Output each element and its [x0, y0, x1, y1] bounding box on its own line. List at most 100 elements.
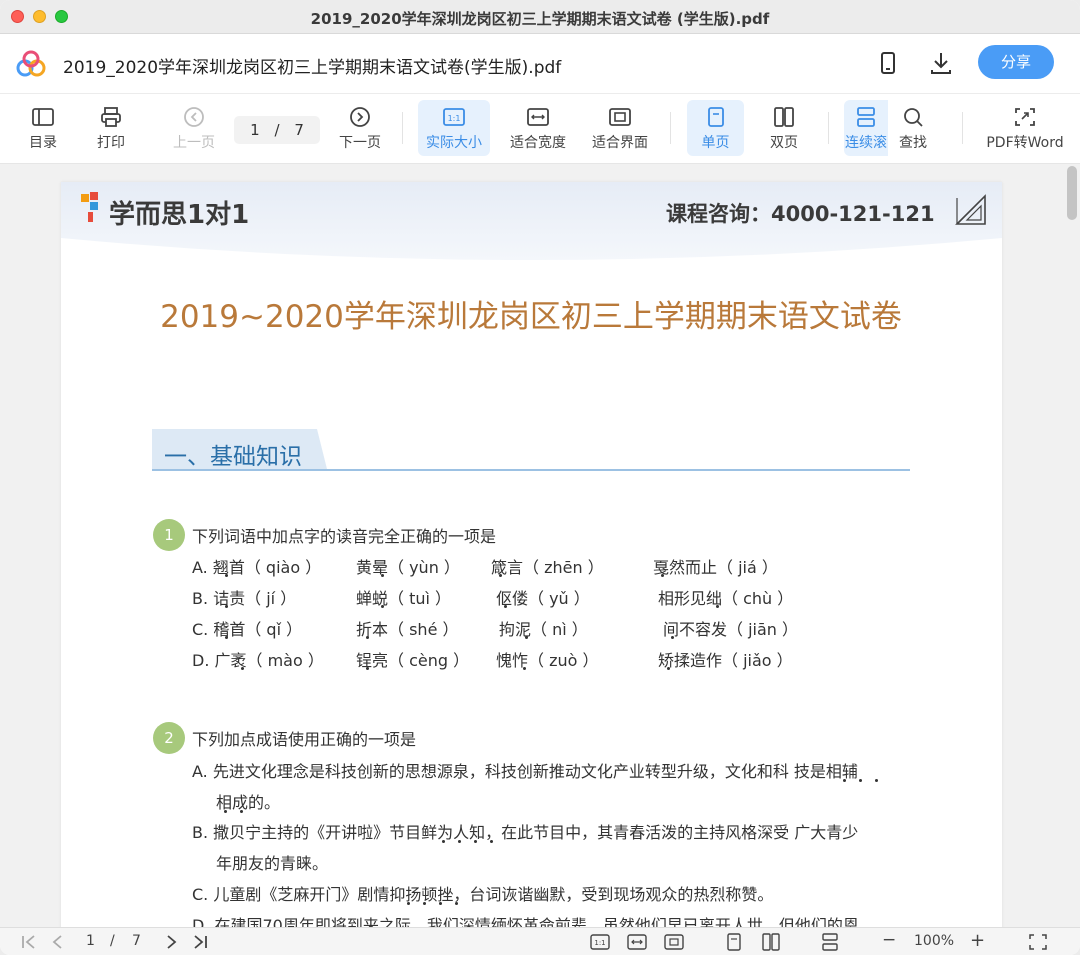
- q1-option-c-2: 折本（ shé ）: [356, 620, 459, 639]
- emphasis-dot: [225, 574, 228, 577]
- next-page-button[interactable]: 下一页: [334, 100, 386, 156]
- emphasis-dot: [442, 840, 445, 843]
- fit-width-icon: [527, 108, 549, 126]
- q1-option-d-3: 愧怍（ zuò ）: [496, 651, 599, 670]
- page-indicator[interactable]: 1 / 7: [234, 116, 320, 144]
- emphasis-dot: [667, 667, 670, 670]
- document-viewport[interactable]: 学而思1对1 课程咨询：4000-121-121 2019~2020学年深圳龙岗…: [0, 164, 1080, 927]
- fit-width-label: 适合宽度: [510, 135, 566, 151]
- question-1-text: 下列词语中加点字的读音完全正确的一项是: [192, 527, 497, 546]
- svg-text:1:1: 1:1: [448, 114, 461, 123]
- find-button[interactable]: 查找: [890, 100, 936, 156]
- q1-option-d-1: D. 广袤（ mào ）: [192, 651, 324, 670]
- status-bar: 1 / 7 1:1 − 100% +: [0, 927, 1080, 955]
- emphasis-dot: [504, 605, 507, 608]
- toolbar: 目录 打印 上一页 1 / 7 下一页 1:1 实际大小 适合宽度 适合界面 单…: [0, 94, 1080, 164]
- q1-option-a-3: 箴言（ zhēn ）: [491, 558, 604, 577]
- toc-label: 目录: [29, 135, 57, 151]
- fit-screen-button[interactable]: 适合界面: [586, 100, 654, 156]
- actual-size-small-icon[interactable]: 1:1: [590, 933, 610, 951]
- emphasis-dot: [458, 840, 461, 843]
- status-page-total: 7: [132, 933, 141, 949]
- emphasis-dot: [366, 667, 369, 670]
- fit-width-button[interactable]: 适合宽度: [504, 100, 572, 156]
- status-page-current[interactable]: 1: [86, 933, 95, 949]
- pdf-to-word-button[interactable]: PDF转Word: [982, 100, 1068, 156]
- download-icon[interactable]: [928, 50, 954, 76]
- emphasis-dot: [716, 605, 719, 608]
- emphasis-dot: [455, 902, 458, 905]
- share-button[interactable]: 分享: [978, 45, 1054, 79]
- emphasis-dot: [381, 574, 384, 577]
- double-page-button[interactable]: 双页: [758, 100, 810, 156]
- fullscreen-icon[interactable]: [1028, 933, 1048, 951]
- continuous-scroll-icon: [857, 107, 875, 127]
- document-name: 2019_2020学年深圳龙岗区初三上学期期末语文试卷(学生版).pdf: [63, 58, 562, 78]
- q2-option-b-line-1: B. 撒贝宁主持的《开讲啦》节目鲜为人知，在此节目中，其青春活泼的主持风格深受 …: [192, 823, 859, 842]
- q1-option-b-2: 蝉蜕（ tuì ）: [356, 589, 452, 608]
- actual-size-icon: 1:1: [443, 108, 465, 126]
- emphasis-dot: [843, 779, 846, 782]
- page-separator: /: [274, 121, 280, 139]
- emphasis-dot: [859, 779, 862, 782]
- toc-button[interactable]: 目录: [18, 100, 68, 156]
- actual-size-label: 实际大小: [426, 135, 482, 151]
- next-page-icon[interactable]: [161, 933, 181, 951]
- single-page-button[interactable]: 单页: [687, 100, 744, 156]
- emphasis-dot: [474, 840, 477, 843]
- emphasis-dot: [671, 636, 674, 639]
- fit-width-small-icon[interactable]: [627, 933, 647, 951]
- zoom-level[interactable]: 100%: [914, 933, 954, 949]
- sidebar-icon: [32, 108, 54, 126]
- mobile-icon[interactable]: [875, 50, 901, 76]
- q2-option-d-line-1: D. 在建国70周年即将到来之际，我们深情缅怀革命前辈，虽然他们早已离开人世，但…: [192, 916, 859, 927]
- vertical-scrollbar[interactable]: [1067, 166, 1077, 220]
- question-number-badge: 2: [153, 722, 185, 754]
- continuous-small-icon[interactable]: [820, 933, 840, 951]
- window-title: 2019_2020学年深圳龙岗区初三上学期期末语文试卷 (学生版).pdf: [310, 10, 770, 28]
- prev-page-label: 上一页: [173, 135, 215, 151]
- emphasis-dot: [439, 902, 442, 905]
- find-label: 查找: [899, 135, 927, 151]
- prev-page-button[interactable]: 上一页: [166, 100, 222, 156]
- emphasis-dot: [499, 574, 502, 577]
- emphasis-dot: [407, 902, 410, 905]
- continuous-scroll-button[interactable]: 连续滚: [844, 100, 888, 156]
- svg-text:1:1: 1:1: [594, 939, 605, 947]
- next-page-label: 下一页: [339, 135, 381, 151]
- brand-name: 学而思1对1: [109, 200, 250, 230]
- first-page-icon[interactable]: [19, 933, 39, 951]
- emphasis-dot: [523, 667, 526, 670]
- q1-option-a-1: A. 翘首（ qiào ）: [192, 558, 322, 577]
- fit-screen-label: 适合界面: [592, 135, 648, 151]
- zoom-in-button[interactable]: +: [970, 930, 985, 951]
- fit-screen-small-icon[interactable]: [664, 933, 684, 951]
- toolbar-divider: [670, 112, 671, 144]
- page-total: 7: [294, 121, 304, 139]
- emphasis-dot: [241, 667, 244, 670]
- emphasis-dot: [225, 605, 228, 608]
- printer-icon: [101, 107, 121, 127]
- app-logo-icon: [16, 50, 46, 77]
- toolbar-divider: [402, 112, 403, 144]
- last-page-icon[interactable]: [190, 933, 210, 951]
- fit-screen-icon: [609, 108, 631, 126]
- page-current[interactable]: 1: [250, 121, 260, 139]
- q2-option-b-line-2: 年朋友的青睐。: [216, 854, 329, 873]
- prev-page-icon[interactable]: [48, 933, 68, 951]
- toolbar-divider: [962, 112, 963, 144]
- question-2-text: 下列加点成语使用正确的一项是: [192, 730, 417, 749]
- q1-option-b-1: B. 诘责（ jí ）: [192, 589, 297, 608]
- chevron-right-circle-icon: [350, 107, 370, 127]
- actual-size-button[interactable]: 1:1 实际大小: [418, 100, 490, 156]
- zoom-out-button[interactable]: −: [882, 930, 896, 950]
- print-button[interactable]: 打印: [86, 100, 136, 156]
- emphasis-dot: [490, 840, 493, 843]
- chevron-left-circle-icon: [184, 107, 204, 127]
- q1-option-a-2: 黄晕（ yùn ）: [356, 558, 460, 577]
- double-page-small-icon[interactable]: [761, 933, 781, 951]
- status-page-separator: /: [110, 933, 115, 949]
- pdf-to-word-label: PDF转Word: [986, 135, 1064, 151]
- single-page-small-icon[interactable]: [724, 933, 744, 951]
- emphasis-dot: [381, 605, 384, 608]
